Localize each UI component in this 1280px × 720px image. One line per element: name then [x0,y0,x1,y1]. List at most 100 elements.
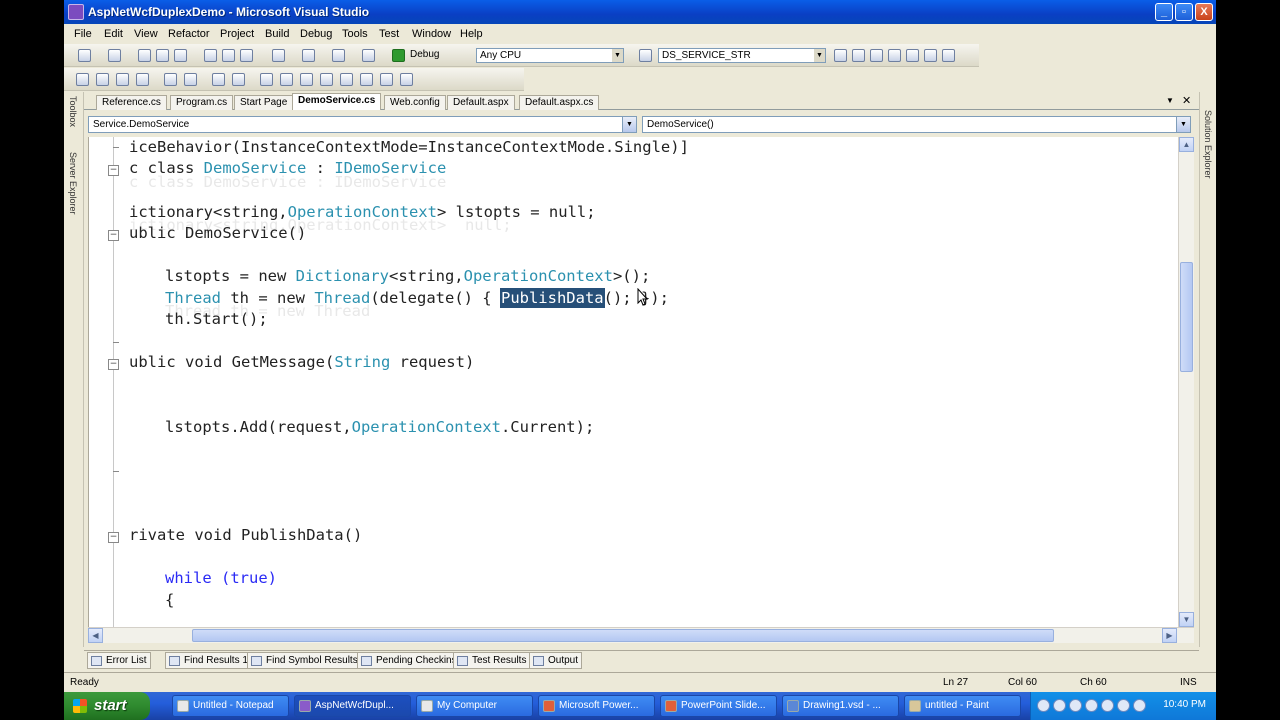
task-powerpoint-slide[interactable]: PowerPoint Slide... [660,695,777,717]
menu-refactor[interactable]: Refactor [168,28,210,40]
toolbox-tab[interactable]: Toolbox [68,96,78,127]
open-file-icon[interactable] [138,49,151,62]
tab-web-config[interactable]: Web.config [384,95,446,110]
menu-build[interactable]: Build [265,28,289,40]
bookmark-next-icon[interactable] [300,73,313,86]
solution-explorer-tab[interactable]: Solution Explorer [1203,110,1213,179]
menu-project[interactable]: Project [220,28,254,40]
complete-word-icon[interactable] [136,73,149,86]
selected-text[interactable]: PublishData [499,288,605,308]
tab-pending-checkins[interactable]: Pending Checkins [357,652,461,669]
menu-debug[interactable]: Debug [300,28,332,40]
task-powerpoint[interactable]: Microsoft Power... [538,695,655,717]
paste-icon[interactable] [240,49,253,62]
server-explorer-tab[interactable]: Server Explorer [68,152,78,215]
quick-info-icon[interactable] [116,73,129,86]
collapse-icon[interactable]: − [108,230,119,241]
navigate-forward-icon[interactable] [362,49,375,62]
start-button[interactable]: start [64,692,150,720]
scroll-left-icon[interactable]: ◀ [88,628,103,643]
find-icon[interactable] [639,49,652,62]
comment-icon[interactable] [212,73,225,86]
solution-explorer-icon[interactable] [852,49,865,62]
bookmark-prev-folder-icon[interactable] [320,73,333,86]
close-document-icon[interactable]: ✕ [1182,94,1191,107]
decrease-indent-icon[interactable] [164,73,177,86]
bookmark-previous-icon[interactable] [280,73,293,86]
navigate-backward-icon[interactable] [332,49,345,62]
menu-test[interactable]: Test [379,28,399,40]
type-combo[interactable]: Service.DemoService ▼ [88,116,637,133]
menu-view[interactable]: View [134,28,158,40]
add-item-icon[interactable] [108,49,121,62]
title-bar[interactable]: AspNetWcfDuplexDemo - Microsoft Visual S… [64,0,1216,24]
redo-icon[interactable] [302,49,315,62]
uncomment-icon[interactable] [232,73,245,86]
tray-back-icon[interactable] [1037,699,1050,712]
collapse-icon[interactable]: − [108,532,119,543]
tray-shield-icon[interactable] [1069,699,1082,712]
tray-volume-icon[interactable] [1101,699,1114,712]
tab-program-cs[interactable]: Program.cs [170,95,234,110]
start-page-icon[interactable] [924,49,937,62]
bookmark-next-folder-icon[interactable] [340,73,353,86]
minimize-button[interactable]: _ [1155,3,1173,21]
bookmark-toggle-icon[interactable] [260,73,273,86]
properties-icon[interactable] [870,49,883,62]
new-project-icon[interactable] [78,49,91,62]
menu-file[interactable]: File [74,28,92,40]
class-view-icon[interactable] [942,49,955,62]
collapse-icon[interactable]: − [108,165,119,176]
close-button[interactable]: X [1195,3,1213,21]
scroll-up-icon[interactable]: ▲ [1179,137,1194,152]
menu-tools[interactable]: Tools [342,28,368,40]
copy-icon[interactable] [222,49,235,62]
save-icon[interactable] [156,49,169,62]
object-browser-icon[interactable] [888,49,901,62]
restore-button[interactable]: ▫ [1175,3,1193,21]
object-member-list-icon[interactable] [76,73,89,86]
tab-reference-cs[interactable]: Reference.cs [96,95,167,110]
member-combo[interactable]: DemoService() ▼ [642,116,1191,133]
tab-error-list[interactable]: Error List [87,652,151,669]
undo-icon[interactable] [272,49,285,62]
tray-network-icon[interactable] [1053,699,1066,712]
save-all-icon[interactable] [174,49,187,62]
scroll-down-icon[interactable]: ▼ [1179,612,1194,627]
scroll-right-icon[interactable]: ▶ [1162,628,1177,643]
clear-bookmarks-icon[interactable] [400,73,413,86]
menu-edit[interactable]: Edit [104,28,123,40]
find-in-files-icon[interactable] [834,49,847,62]
tab-default-aspx[interactable]: Default.aspx [447,95,515,110]
tab-default-aspx-cs[interactable]: Default.aspx.cs [519,95,600,110]
find-combo[interactable]: DS_SERVICE_STR ▼ [658,48,826,63]
task-paint[interactable]: untitled - Paint [904,695,1021,717]
tab-dropdown-icon[interactable]: ▼ [1166,96,1174,105]
task-notepad[interactable]: Untitled - Notepad [172,695,289,717]
horizontal-scroll-thumb[interactable] [192,629,1054,642]
menu-window[interactable]: Window [412,28,451,40]
menu-help[interactable]: Help [460,28,483,40]
task-visio[interactable]: Drawing1.vsd - ... [782,695,899,717]
tray-connection-icon[interactable] [1085,699,1098,712]
tray-app-icon[interactable] [1117,699,1130,712]
parameter-info-icon[interactable] [96,73,109,86]
horizontal-scrollbar[interactable]: ◀ ▶ [88,627,1194,643]
vertical-scroll-thumb[interactable] [1180,262,1193,372]
task-visual-studio[interactable]: AspNetWcfDupl... [294,695,411,717]
tab-demoservice-cs[interactable]: DemoService.cs [292,93,382,110]
increase-indent-icon[interactable] [184,73,197,86]
task-my-computer[interactable]: My Computer [416,695,533,717]
platform-combo[interactable]: Any CPU ▼ [476,48,624,63]
tab-find-results-1[interactable]: Find Results 1 [165,652,252,669]
vertical-scrollbar[interactable]: ▲ ▼ [1178,137,1194,627]
solution-config-label[interactable]: Debug [410,49,439,60]
start-debugging-icon[interactable] [392,49,405,62]
tab-find-symbol-results[interactable]: Find Symbol Results [247,652,362,669]
tab-test-results[interactable]: Test Results [453,652,531,669]
tab-output[interactable]: Output [529,652,583,669]
cut-icon[interactable] [204,49,217,62]
tray-app-icon[interactable] [1133,699,1146,712]
bookmark-prev-doc-icon[interactable] [360,73,373,86]
collapse-icon[interactable]: − [108,359,119,370]
